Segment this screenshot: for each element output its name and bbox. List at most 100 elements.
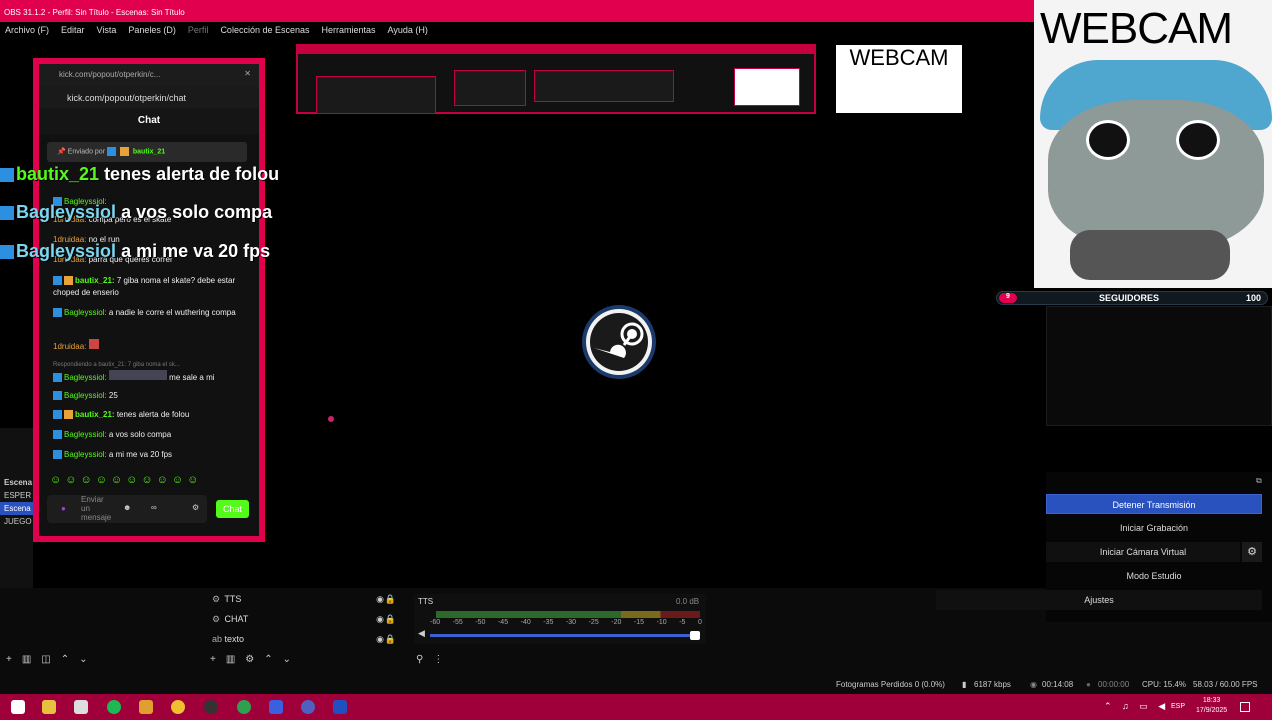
menu-paneles[interactable]: Paneles (D)	[128, 25, 176, 37]
emote-icon	[88, 339, 99, 349]
gear-icon[interactable]: ⚙	[1242, 542, 1262, 562]
app-icon[interactable]	[269, 700, 283, 714]
volume-slider-handle[interactable]	[690, 631, 700, 640]
pinned-message[interactable]: 📌 Enviado por bautix_21	[47, 142, 247, 162]
discord-icon[interactable]	[301, 700, 315, 714]
obs-icon[interactable]	[204, 700, 218, 714]
menu-dots-icon[interactable]: ⋮	[433, 654, 443, 665]
gear-icon[interactable]: ⚙	[245, 654, 254, 665]
chat-message: 1druidaa:	[53, 339, 249, 353]
up-icon[interactable]: ⌃	[264, 654, 272, 665]
menu-editar[interactable]: Editar	[61, 25, 85, 37]
bits-icon[interactable]: ∞	[151, 503, 157, 512]
stop-streaming-button[interactable]: Detener Transmisión	[1046, 494, 1262, 514]
dropped-frames: Fotogramas Perdidos 0 (0.0%)	[836, 680, 945, 689]
overlay-chat-text: a vos solo compa	[121, 202, 273, 222]
chat-send-button[interactable]: Chat	[216, 500, 249, 518]
menu-vista[interactable]: Vista	[97, 25, 117, 37]
studio-mode-button[interactable]: Modo Estudio	[1046, 566, 1262, 586]
mixer-db-value: 0.0 dB	[676, 597, 700, 606]
scene-item-selected[interactable]: Escena	[0, 502, 33, 515]
browser-icon[interactable]	[237, 700, 251, 714]
app-icon[interactable]	[139, 700, 153, 714]
badge-icon	[64, 276, 73, 286]
scene-item[interactable]: ESPER	[0, 489, 33, 502]
source-item[interactable]: ⚙ CHAT ◉ 🔒	[212, 614, 398, 632]
menu-herramientas[interactable]: Herramientas	[322, 25, 376, 37]
down-icon[interactable]: ⌄	[283, 654, 291, 665]
record-icon: ●	[1086, 680, 1091, 689]
app-icon[interactable]	[333, 700, 347, 714]
eye-icon[interactable]: ◉	[376, 634, 384, 645]
add-icon[interactable]: +	[6, 654, 12, 665]
add-icon[interactable]: +	[210, 654, 216, 665]
mic-icon[interactable]: ●	[61, 504, 66, 513]
mixer-source-name: TTS	[418, 597, 434, 606]
volume-slider[interactable]	[430, 634, 700, 637]
eye-icon[interactable]: ◉	[376, 594, 384, 605]
system-tray[interactable]: ⌃ ♫ ▭ ◀	[1104, 701, 1169, 712]
chat-user: Bagleyssiol:	[64, 430, 107, 439]
filter-icon[interactable]: ◫	[41, 654, 50, 665]
recursive-webcam-label: WEBCAM	[849, 45, 949, 70]
lock-icon[interactable]: 🔒	[385, 614, 396, 625]
menu-archivo[interactable]: Archivo (F)	[5, 25, 49, 37]
eye-icon	[1176, 120, 1220, 160]
chat-message: Bagleyssiol: a vos solo compa	[53, 429, 249, 441]
chat-input-placeholder: Enviar un mensaje	[81, 495, 112, 522]
spotify-icon[interactable]	[107, 700, 121, 714]
emote-picker-icon[interactable]: ☻	[123, 503, 131, 512]
meter-tick: -35	[543, 619, 554, 626]
overlay-chat-line: bautix_21 tenes alerta de folou	[0, 164, 279, 185]
chat-message: Bagleyssiol: a nadie le corre el wutheri…	[53, 307, 249, 319]
lock-icon[interactable]: 🔒	[385, 634, 396, 645]
language-indicator[interactable]: ESP	[1171, 703, 1185, 710]
chat-user: Bagleyssiol:	[64, 308, 107, 317]
followers-goal: 100	[1245, 293, 1261, 303]
meter-tick: -30	[565, 619, 577, 626]
settings-button[interactable]: Ajustes	[936, 590, 1262, 610]
menu-perfil[interactable]: Perfil	[188, 25, 209, 37]
menu-coleccion[interactable]: Colección de Escenas	[220, 25, 309, 37]
chat-text: me sale a mi	[169, 373, 215, 382]
gear-icon[interactable]: ⚙	[192, 503, 199, 512]
start-recording-button[interactable]: Iniciar Grabación	[1046, 518, 1262, 538]
source-item[interactable]: ⚙ TTS ◉ 🔒	[212, 594, 398, 612]
chrome-icon[interactable]	[171, 700, 185, 714]
pinned-prefix: Enviado por	[67, 148, 106, 156]
app-icon[interactable]	[74, 700, 88, 714]
meter-scale: -60 -55 -50 -45 -40 -35 -30 -25 -20 -15 …	[430, 619, 702, 626]
meter-tick: -40	[520, 619, 531, 626]
source-item[interactable]: ab texto ◉ 🔒	[212, 634, 398, 652]
chat-header-label: Chat	[137, 115, 161, 126]
chat-user: Bagleyssiol:	[64, 450, 107, 459]
down-icon[interactable]: ⌄	[79, 654, 87, 665]
chat-user: 1druidaa:	[53, 342, 87, 351]
file-explorer-icon[interactable]	[42, 700, 56, 714]
lock-icon[interactable]: 🔒	[385, 594, 396, 605]
emote-bar[interactable]: ☺☺☺☺☺☺☺☺☺☺	[50, 474, 250, 490]
eye-icon[interactable]: ◉	[376, 614, 384, 625]
scene-item[interactable]: JUEGO	[0, 515, 33, 528]
chat-window-title: kick.com/popout/otperkin/c...	[59, 70, 161, 79]
taskbar-clock[interactable]: 18:33 17/9/2025	[1196, 696, 1227, 716]
badge-icon	[0, 206, 14, 221]
badge-icon	[0, 245, 14, 260]
menu-ayuda[interactable]: Ayuda (H)	[388, 25, 428, 37]
windows-start-icon[interactable]	[11, 700, 25, 714]
chat-url-bar[interactable]: kick.com/popout/otperkin/chat	[39, 86, 259, 108]
up-icon[interactable]: ⌃	[61, 654, 69, 665]
undock-icon[interactable]: ⧉	[1256, 476, 1262, 486]
taskbar	[0, 694, 1272, 720]
chat-input[interactable]: ● Enviar un mensaje ☻ ∞ ⚙	[47, 495, 207, 523]
badge-icon	[106, 147, 116, 156]
speaker-icon[interactable]: ◀	[418, 628, 425, 639]
close-icon[interactable]: ✕	[244, 69, 251, 78]
trash-icon[interactable]: ▥	[22, 654, 31, 665]
scenes-toolbar: + ▥ ◫ ⌃ ⌄	[6, 654, 88, 665]
pinned-user: bautix_21	[132, 148, 166, 156]
notifications-icon[interactable]	[1240, 702, 1250, 712]
link-icon[interactable]: ⚲	[416, 654, 423, 665]
start-virtual-camera-button[interactable]: Iniciar Cámara Virtual	[1046, 542, 1240, 562]
trash-icon[interactable]: ▥	[226, 654, 235, 665]
